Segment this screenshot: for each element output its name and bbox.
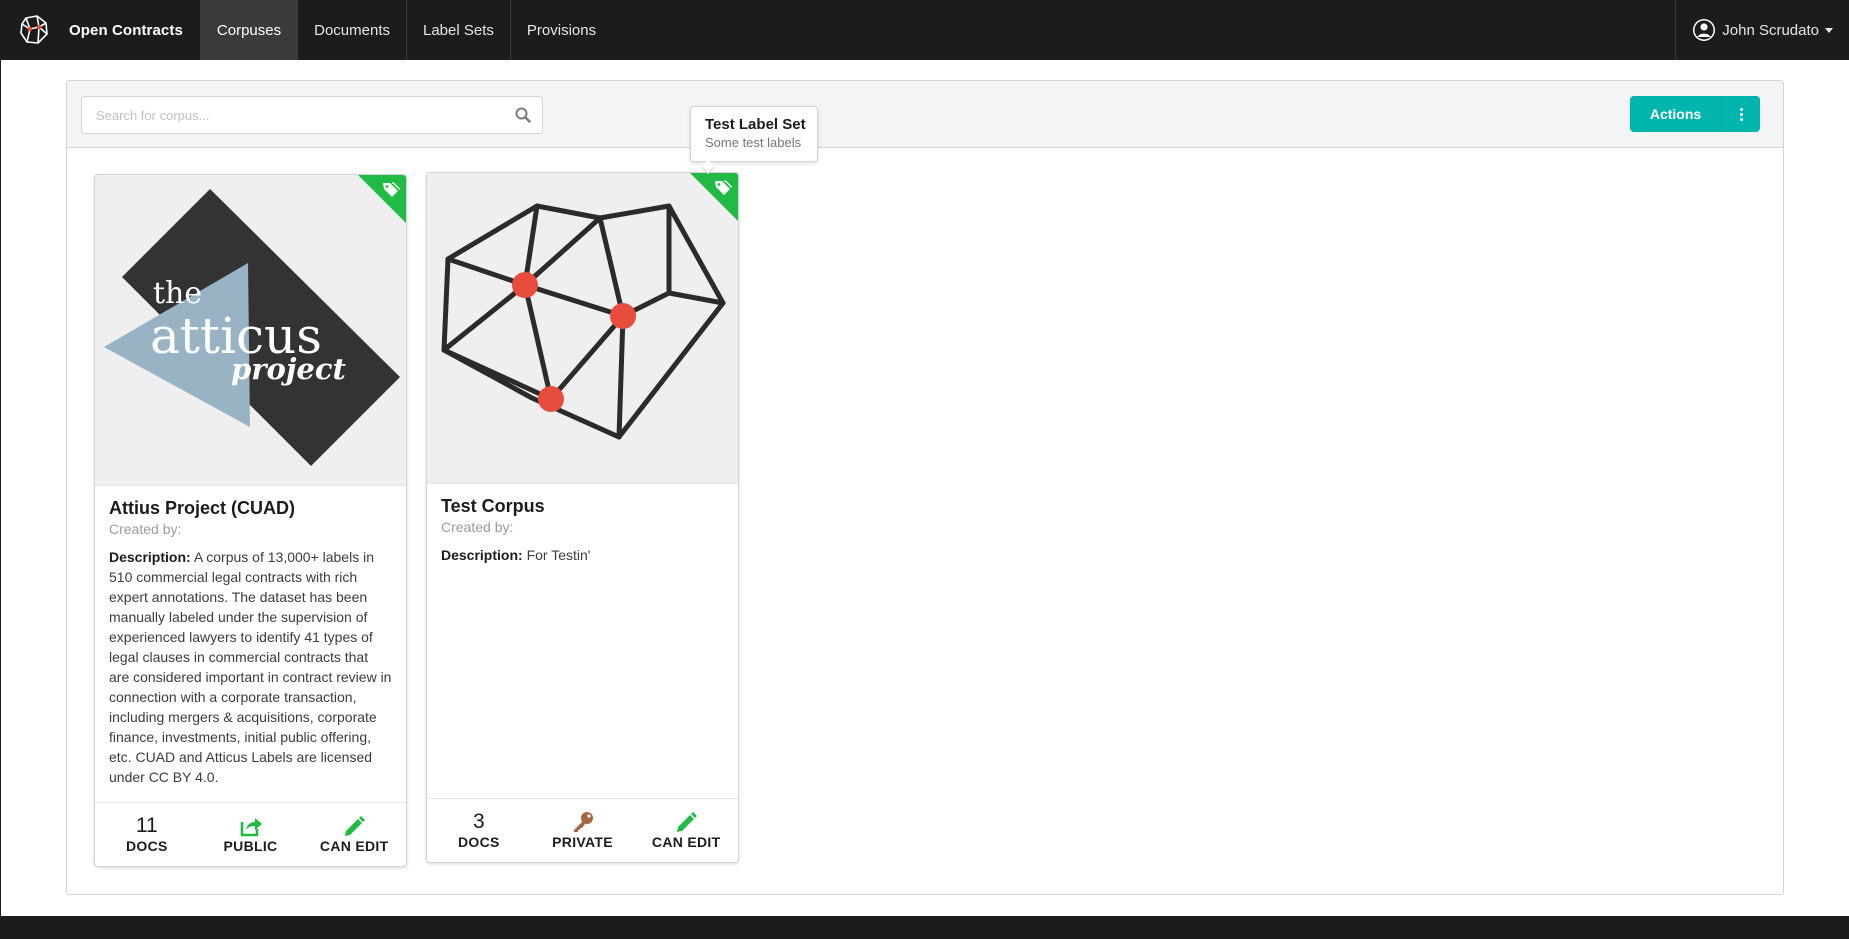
search-input[interactable]: [82, 107, 514, 123]
description-text: For Testin': [526, 547, 591, 563]
left-edge: [0, 60, 1, 916]
top-navbar: Open Contracts Corpuses Documents Label …: [0, 0, 1849, 60]
visibility-stat[interactable]: PRIVATE: [531, 799, 635, 862]
user-name: John Scrudato: [1722, 21, 1819, 39]
description-label: Description:: [109, 549, 191, 565]
label-set-tooltip: Test Label Set Some test labels: [690, 106, 818, 175]
card-created-by: Created by:: [109, 521, 182, 537]
user-menu[interactable]: John Scrudato: [1675, 0, 1849, 60]
nav-label-sets[interactable]: Label Sets: [406, 0, 510, 60]
nav-documents[interactable]: Documents: [297, 0, 406, 60]
key-icon: [573, 812, 593, 832]
card-content: Attius Project (CUAD) Created by: Descri…: [95, 486, 406, 799]
docs-label: DOCS: [458, 834, 500, 850]
docs-count: 3: [472, 810, 485, 833]
visibility-label: PUBLIC: [223, 838, 278, 854]
corpus-image: [427, 173, 738, 484]
corpus-card[interactable]: the atticus project Attius Project (CUAD…: [94, 174, 407, 867]
pencil-icon: [677, 812, 698, 832]
card-title[interactable]: Test Corpus: [441, 496, 724, 517]
kebab-menu-icon[interactable]: [1722, 96, 1760, 132]
card-footer: 3 DOCS PRIVATE CAN EDIT: [427, 798, 738, 862]
docs-count: 11: [135, 814, 158, 837]
bottom-bar: [0, 916, 1849, 939]
search-icon[interactable]: [514, 106, 532, 124]
nav-corpuses[interactable]: Corpuses: [199, 0, 298, 60]
card-description: Description: A corpus of 13,000+ labels …: [109, 547, 392, 787]
visibility-stat[interactable]: PUBLIC: [199, 803, 303, 866]
card-footer: 11 DOCS PUBLIC CAN EDIT: [95, 802, 406, 866]
edit-stat[interactable]: CAN EDIT: [302, 803, 406, 866]
visibility-label: PRIVATE: [552, 834, 613, 850]
tags-icon[interactable]: [382, 181, 400, 199]
corpus-card[interactable]: Test Corpus Created by: Description: For…: [426, 172, 739, 863]
logo-icon: [20, 15, 48, 44]
card-description: Description: For Testin': [441, 545, 724, 565]
edit-label: CAN EDIT: [319, 838, 389, 854]
card-created-by: Created by:: [441, 519, 514, 535]
tooltip-title: Test Label Set: [705, 116, 806, 133]
edit-stat[interactable]: CAN EDIT: [634, 799, 738, 862]
svg-text:project: project: [231, 352, 347, 386]
svg-text:the: the: [153, 276, 202, 311]
docs-stat[interactable]: 3 DOCS: [427, 799, 531, 862]
card-content: Test Corpus Created by: Description: For…: [427, 484, 738, 577]
search-box: [81, 96, 543, 134]
edit-label: CAN EDIT: [651, 834, 721, 850]
tags-icon[interactable]: [714, 179, 732, 197]
description-label: Description:: [441, 547, 523, 563]
tooltip-subtitle: Some test labels: [705, 135, 802, 150]
nav-provisions[interactable]: Provisions: [509, 0, 612, 60]
docs-stat[interactable]: 11 DOCS: [95, 803, 199, 866]
user-circle-icon: [1693, 19, 1716, 41]
description-text: A corpus of 13,000+ labels in 510 commer…: [109, 549, 392, 785]
actions-label: Actions: [1630, 96, 1722, 132]
actions-button[interactable]: Actions: [1630, 96, 1760, 132]
share-icon: [240, 818, 262, 837]
brand-name: Open Contracts: [69, 21, 183, 39]
brand[interactable]: Open Contracts: [0, 0, 200, 60]
pencil-icon: [345, 816, 366, 836]
chevron-down-icon: [1825, 27, 1833, 33]
corpus-image: the atticus project: [95, 175, 406, 486]
card-title[interactable]: Attius Project (CUAD): [109, 498, 392, 519]
docs-label: DOCS: [126, 838, 168, 854]
panel-toolbar: Actions: [67, 81, 1783, 148]
